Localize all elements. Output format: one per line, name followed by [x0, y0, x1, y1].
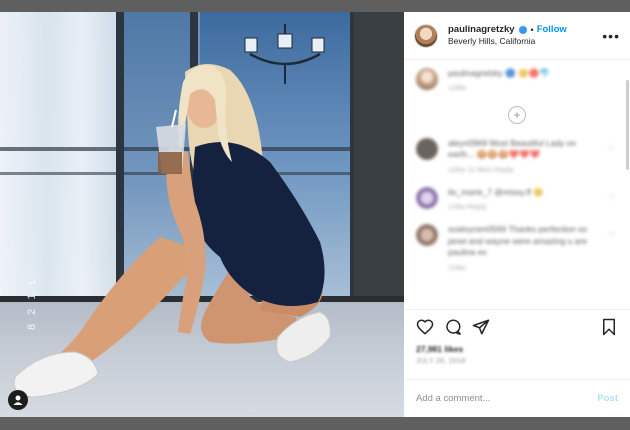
comment-body: its_marie_7 @missy.ff 😊 118w Reply — [448, 187, 604, 213]
comments-list: paulinagretzky 🔵 😊🔴🐬 128w + aleyn0969 Mo… — [404, 60, 630, 309]
comment-body: soaloyram0569 Thanks perfection so janet… — [448, 224, 604, 273]
comment-meta: 118w Reply — [448, 202, 487, 212]
caption-item: paulinagretzky 🔵 😊🔴🐬 128w — [416, 68, 618, 94]
likes-count[interactable]: 27,981 likes — [416, 344, 618, 354]
list-item: soaloyram0569 Thanks perfection so janet… — [416, 224, 618, 273]
header-text: paulinagretzky • Follow Beverly Hills, C… — [448, 24, 602, 47]
comment-meta: 118w — [448, 262, 466, 272]
comment-meta: 128w — [448, 83, 466, 93]
avatar[interactable] — [416, 68, 438, 90]
post-header: paulinagretzky • Follow Beverly Hills, C… — [404, 12, 630, 60]
post-modal: 8 2 1 L paulinagretzky • Follow Beverly … — [0, 12, 630, 417]
tagged-users-button[interactable] — [8, 390, 28, 410]
location-link[interactable]: Beverly Hills, California — [448, 36, 602, 47]
post-sidebar: paulinagretzky • Follow Beverly Hills, C… — [404, 12, 630, 417]
username-link[interactable]: paulinagretzky — [448, 24, 515, 36]
list-item: its_marie_7 @missy.ff 😊 118w Reply ♡ — [416, 186, 618, 213]
comment-body: aleyn0969 Most Beautiful Lady on earth..… — [448, 138, 604, 175]
comment-meta: 118w 11 likes Reply — [448, 164, 514, 174]
comment-like-icon[interactable]: ♡ — [608, 138, 618, 175]
comment-like-icon[interactable]: ♡ — [608, 187, 618, 213]
post-date: JULY 26, 2018 — [416, 358, 466, 365]
action-row — [416, 318, 618, 336]
post-photo[interactable]: 8 2 1 L — [0, 12, 404, 417]
verified-icon — [518, 26, 527, 35]
post-actions: 27,981 likes JULY 26, 2018 — [404, 309, 630, 379]
comment-input[interactable] — [416, 393, 598, 404]
user-icon — [13, 395, 23, 405]
comment-text: paulinagretzky 🔵 😊🔴🐬 — [448, 68, 550, 78]
post-comment-button[interactable]: Post — [597, 393, 618, 404]
avatar[interactable] — [416, 224, 438, 247]
comment-body: paulinagretzky 🔵 😊🔴🐬 128w — [448, 68, 618, 94]
person-figure — [13, 63, 331, 398]
share-icon[interactable] — [472, 318, 490, 336]
heart-icon[interactable] — [416, 318, 434, 336]
avatar[interactable] — [414, 23, 438, 48]
more-options-icon[interactable]: ••• — [602, 28, 620, 44]
add-comment-bar: Post — [404, 379, 630, 417]
header-top-row: paulinagretzky • Follow — [448, 24, 602, 36]
list-item: aleyn0969 Most Beautiful Lady on earth..… — [416, 137, 618, 175]
bookmark-icon[interactable] — [600, 318, 618, 336]
follow-button[interactable]: Follow — [537, 24, 567, 36]
comment-text: its_marie_7 @missy.ff 😊 — [448, 186, 544, 197]
comment-icon[interactable] — [444, 318, 462, 336]
load-more-comments-button[interactable]: + — [508, 105, 526, 124]
avatar[interactable] — [416, 186, 438, 209]
separator-dot: • — [530, 24, 534, 35]
comment-text: soaloyram0569 Thanks perfection so janet… — [448, 224, 588, 258]
comment-text: aleyn0969 Most Beautiful Lady on earth..… — [448, 137, 577, 160]
comment-like-icon[interactable]: ♡ — [608, 224, 618, 273]
scrollbar[interactable] — [626, 80, 629, 170]
photo-watermark: 8 2 1 L — [26, 275, 38, 330]
avatar[interactable] — [416, 137, 438, 160]
